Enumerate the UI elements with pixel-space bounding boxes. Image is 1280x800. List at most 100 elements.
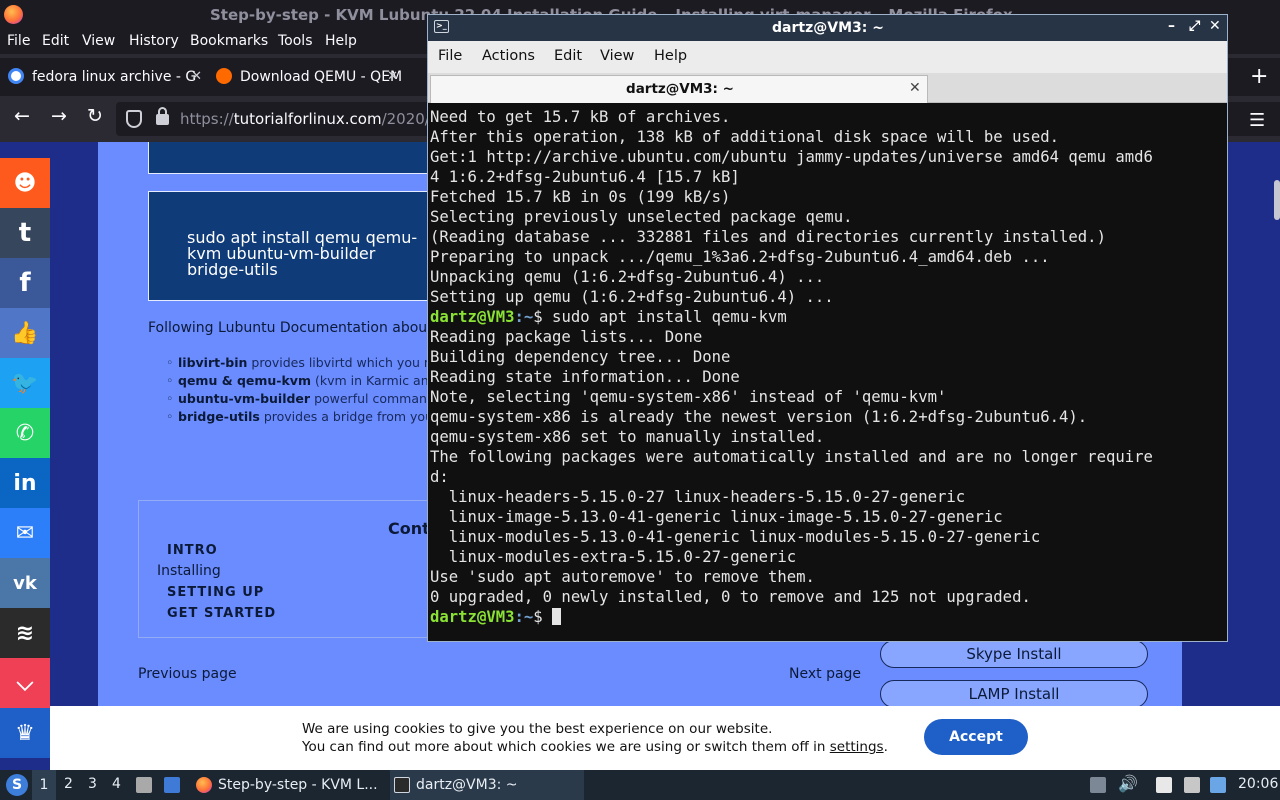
start-menu-icon[interactable]: Ѕ <box>6 774 28 796</box>
prompt-path: :~ <box>514 308 534 326</box>
update-notifier-icon[interactable] <box>1210 777 1226 793</box>
terminal-line: 4 1:6.2+dfsg-2ubuntu6.4 [15.7 kB] <box>430 167 1226 187</box>
cookie-text-line1: We are using cookies to give you the bes… <box>302 721 773 737</box>
menu-edit[interactable]: Edit <box>42 33 69 49</box>
terminal-tabbar: dartz@VM3: ~ ✕ <box>428 73 1227 103</box>
minimize-icon[interactable]: – <box>1168 18 1175 34</box>
menu-file[interactable]: File <box>7 33 30 49</box>
close-tab-icon[interactable]: ✕ <box>387 58 398 96</box>
cookie-settings-link[interactable]: settings <box>830 739 884 755</box>
terminal-window: >_ dartz@VM3: ~ – ⤢ ✕ File Actions Edit … <box>427 14 1228 642</box>
terminal-line-text: linux-headers-5.15.0-27 linux-headers-5.… <box>430 488 966 506</box>
menu-tools[interactable]: Tools <box>278 33 313 49</box>
taskbar-app-terminal[interactable]: dartz@VM3: ~ <box>390 770 584 800</box>
maximize-icon[interactable]: ⤢ <box>1189 18 1200 34</box>
toc-item-get-started[interactable]: GET STARTED <box>167 606 276 621</box>
hamburger-menu-icon[interactable]: ☰ <box>1249 110 1265 131</box>
menu-help[interactable]: Help <box>325 33 357 49</box>
close-terminal-tab-icon[interactable]: ✕ <box>909 80 921 96</box>
lock-icon[interactable] <box>156 107 169 125</box>
terminal-menu-actions[interactable]: Actions <box>482 48 535 64</box>
like-share-icon[interactable]: 👍 <box>0 308 50 358</box>
next-page-link[interactable]: Next page <box>789 666 861 682</box>
close-icon[interactable]: ✕ <box>1209 18 1221 34</box>
volume-icon[interactable]: 🔊 <box>1118 774 1138 793</box>
tab-fedora-archive[interactable]: fedora linux archive - G ✕ <box>8 58 208 96</box>
crown-share-icon[interactable]: ♛ <box>0 708 50 758</box>
terminal-menu-view[interactable]: View <box>600 48 634 64</box>
workspace-3[interactable]: 3 <box>88 776 97 792</box>
terminal-line-text: Fetched 15.7 kB in 0s (199 kB/s) <box>430 188 731 206</box>
menu-history[interactable]: History <box>129 33 179 49</box>
terminal-menubar: File Actions Edit View Help <box>428 41 1227 73</box>
cookie-banner: We are using cookies to give you the bes… <box>50 706 1280 770</box>
terminal-line-text: Need to get 15.7 kB of archives. <box>430 108 731 126</box>
terminal-line-text: Setting up qemu (1:6.2+dfsg-2ubuntu6.4) … <box>430 288 834 306</box>
terminal-line-text: After this operation, 138 kB of addition… <box>430 128 1060 146</box>
forward-icon[interactable]: → <box>51 105 67 127</box>
eject-icon[interactable] <box>1090 777 1106 793</box>
terminal-line: (Reading database ... 332881 files and d… <box>430 227 1226 247</box>
file-manager-icon[interactable] <box>136 777 152 793</box>
tab-download-qemu[interactable]: Download QEMU - QEMU ✕ <box>216 58 402 96</box>
tumblr-share-icon[interactable]: t <box>0 208 50 258</box>
terminal-tab[interactable]: dartz@VM3: ~ ✕ <box>430 75 928 103</box>
terminal-menu-help[interactable]: Help <box>654 48 687 64</box>
taskbar-app-firefox[interactable]: Step-by-step - KVM L... <box>192 770 382 800</box>
terminal-line: Get:1 http://archive.ubuntu.com/ubuntu j… <box>430 147 1226 167</box>
toc-item-installing[interactable]: Installing <box>157 563 221 579</box>
terminal-prompt-line: dartz@VM3:~$ <box>430 607 1226 627</box>
terminal-line: Need to get 15.7 kB of archives. <box>430 107 1226 127</box>
workspace-1[interactable]: 1 <box>32 770 56 800</box>
workspace-2[interactable]: 2 <box>64 776 73 792</box>
pocket-share-icon[interactable]: ⌵ <box>0 658 50 708</box>
skype-install-button[interactable]: Skype Install <box>880 640 1148 668</box>
previous-page-link[interactable]: Previous page <box>138 666 237 682</box>
twitter-share-icon[interactable]: 🐦 <box>0 358 50 408</box>
code-box-command: sudo apt install qemu qemu-kvm ubuntu-vm… <box>187 228 418 279</box>
linkedin-share-icon[interactable]: in <box>0 458 50 508</box>
terminal-line: linux-modules-extra-5.15.0-27-generic <box>430 547 1226 567</box>
close-tab-icon[interactable]: ✕ <box>191 58 202 96</box>
terminal-line: After this operation, 138 kB of addition… <box>430 127 1226 147</box>
show-desktop-icon[interactable] <box>164 777 180 793</box>
reload-icon[interactable]: ↻ <box>87 105 103 127</box>
network-icon[interactable] <box>1184 777 1200 793</box>
terminal-line: Selecting previously unselected package … <box>430 207 1226 227</box>
menu-bookmarks[interactable]: Bookmarks <box>190 33 268 49</box>
facebook-share-icon[interactable]: f <box>0 258 50 308</box>
toc-item-intro[interactable]: INTRO <box>167 543 218 558</box>
terminal-line-text: Reading state information... Done <box>430 368 740 386</box>
sms-share-icon[interactable]: ✉ <box>0 508 50 558</box>
new-tab-icon[interactable]: + <box>1250 64 1268 89</box>
terminal-line: Note, selecting 'qemu-system-x86' instea… <box>430 387 1226 407</box>
page-scrollbar[interactable] <box>1274 180 1280 220</box>
reddit-share-icon[interactable]: ☻ <box>0 158 50 208</box>
toc-item-setting-up[interactable]: SETTING UP <box>167 585 264 600</box>
url-text: https://tutorialforlinux.com/2020/0 <box>180 110 440 128</box>
terminal-line: Building dependency tree... Done <box>430 347 1226 367</box>
clipboard-icon[interactable] <box>1156 777 1172 793</box>
taskbar: Ѕ 1 2 3 4 Step-by-step - KVM L... dartz@… <box>0 770 1280 800</box>
terminal-menu-file[interactable]: File <box>438 48 462 64</box>
qemu-icon <box>216 68 232 84</box>
terminal-line-text: 0 upgraded, 0 newly installed, 0 to remo… <box>430 588 1031 606</box>
terminal-titlebar[interactable]: >_ dartz@VM3: ~ – ⤢ ✕ <box>428 15 1227 41</box>
clock: 20:06 <box>1238 776 1279 792</box>
whatsapp-share-icon[interactable]: ✆ <box>0 408 50 458</box>
buffer-share-icon[interactable]: ≋ <box>0 608 50 658</box>
lamp-install-button[interactable]: LAMP Install <box>880 680 1148 708</box>
menu-view[interactable]: View <box>82 33 115 49</box>
back-icon[interactable]: ← <box>14 105 30 127</box>
terminal-line-text: Use 'sudo apt autoremove' to remove them… <box>430 568 815 586</box>
terminal-output[interactable]: Need to get 15.7 kB of archives. After th… <box>430 107 1226 637</box>
tracking-shield-icon[interactable] <box>126 110 142 128</box>
workspace-4[interactable]: 4 <box>112 776 121 792</box>
vk-share-icon[interactable]: vk <box>0 558 50 608</box>
firefox-logo-icon <box>4 5 23 24</box>
terminal-line: linux-image-5.13.0-41-generic linux-imag… <box>430 507 1226 527</box>
terminal-line-text: Preparing to unpack .../qemu_1%3a6.2+dfs… <box>430 248 1050 266</box>
terminal-line-text: Note, selecting 'qemu-system-x86' instea… <box>430 388 947 406</box>
accept-cookies-button[interactable]: Accept <box>924 719 1028 755</box>
terminal-menu-edit[interactable]: Edit <box>554 48 582 64</box>
